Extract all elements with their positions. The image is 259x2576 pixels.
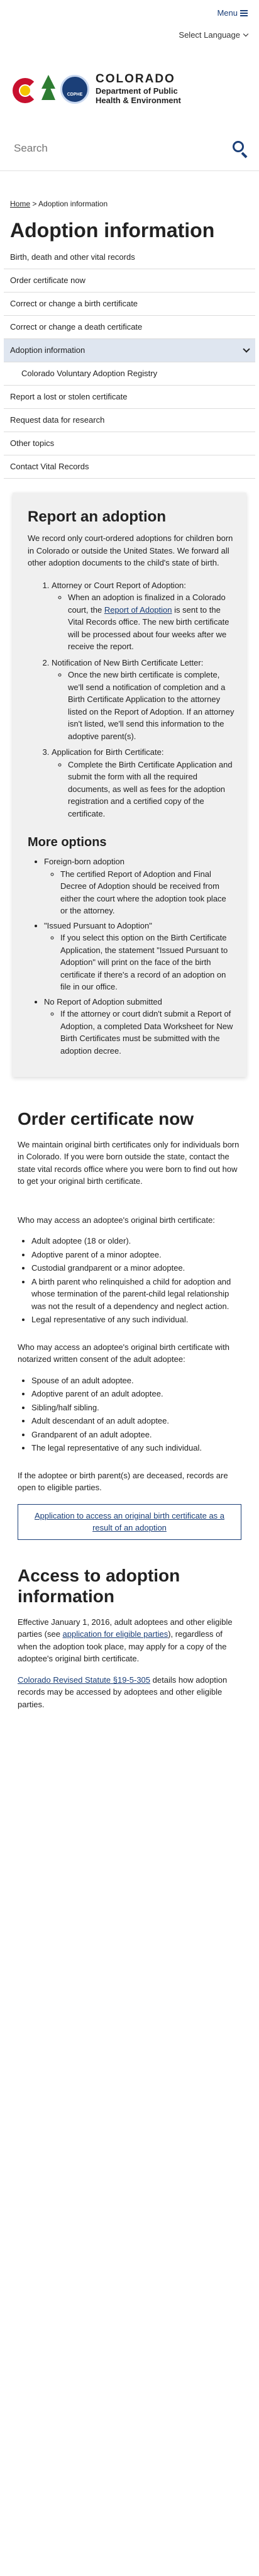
list-item: Custodial grandparent or a minor adoptee…: [31, 1262, 241, 1274]
tree-logo-icon: [41, 75, 55, 104]
language-label: Select Language: [179, 30, 240, 40]
option-title: Foreign-born adoption: [44, 857, 124, 867]
chevron-down-icon: [243, 345, 250, 353]
access-paragraph-1: Effective January 1, 2016, adult adoptee…: [18, 1616, 241, 1665]
sidenav-item-voluntary-adoption-registry[interactable]: Colorado Voluntary Adoption Registry: [4, 362, 255, 386]
list-item: "Issued Pursuant to Adoption" If you sel…: [44, 920, 235, 993]
list-item: Adult descendant of an adult adoptee.: [31, 1415, 241, 1427]
breadcrumb: Home > Adoption information: [0, 171, 259, 215]
brand-name: COLORADO: [96, 72, 175, 86]
list-item: Sibling/half sibling.: [31, 1402, 241, 1414]
more-options-title: More options: [28, 835, 107, 850]
search-bar: [0, 126, 259, 171]
department-wordmark[interactable]: COLORADO Department of Public Health & E…: [96, 72, 181, 106]
list-item: Notification of New Birth Certificate Le…: [52, 657, 235, 743]
access-paragraph-2: Colorado Revised Statute §19-5-305 detai…: [18, 1674, 241, 1711]
colorado-c-logo-icon[interactable]: [11, 75, 39, 103]
page-title: Adoption information: [10, 219, 215, 242]
list-item: Legal representative of any such individ…: [31, 1313, 241, 1326]
order-certificate-section: Order certificate now We maintain origin…: [0, 1108, 259, 1540]
sidenav-item-request-data[interactable]: Request data for research: [4, 409, 255, 433]
sidenav-item-lost-stolen[interactable]: Report a lost or stolen certificate: [4, 386, 255, 410]
sidenav-item-adoption-information[interactable]: Adoption information: [4, 339, 255, 363]
report-of-adoption-link[interactable]: Report of Adoption: [104, 605, 172, 615]
site-header: CDPHE COLORADO Department of Public Heal…: [0, 44, 259, 126]
list-item: Attorney or Court Report of Adoption: Wh…: [52, 579, 235, 653]
statute-link[interactable]: Colorado Revised Statute §19-5-305: [18, 1675, 150, 1685]
list-item: Spouse of an adult adoptee.: [31, 1374, 241, 1387]
sidenav-item-label: Contact Vital Records: [10, 461, 89, 471]
breadcrumb-separator: >: [32, 199, 37, 208]
language-selector[interactable]: Select Language: [0, 26, 259, 44]
report-intro: We record only court-ordered adoptions f…: [28, 533, 233, 568]
order-title: Order certificate now: [18, 1109, 194, 1129]
top-bar: Menu: [0, 0, 259, 26]
report-title: Report an adoption: [28, 508, 166, 526]
option-title: No Report of Adoption submitted: [44, 996, 162, 1006]
list-item: Foreign-born adoption The certified Repo…: [44, 856, 235, 917]
sidenav-item-correct-birth[interactable]: Correct or change a birth certificate: [4, 293, 255, 316]
list-item: The legal representative of any such ind…: [31, 1442, 241, 1454]
dept-line-2: Health & Environment: [96, 96, 181, 106]
sidenav-item-label: Adoption information: [10, 345, 85, 355]
sidenav-item-contact[interactable]: Contact Vital Records: [4, 455, 255, 479]
access-original-birth-certificate-button[interactable]: Application to access an original birth …: [18, 1503, 241, 1540]
more-options-list: Foreign-born adoption The certified Repo…: [28, 856, 235, 1057]
hamburger-icon: [240, 9, 248, 18]
list-item: When an adoption is finalized in a Color…: [68, 591, 235, 653]
breadcrumb-home-link[interactable]: Home: [10, 199, 30, 208]
notarized-access-lead: Who may access an adoptee's original bir…: [18, 1342, 230, 1364]
search-icon[interactable]: [231, 140, 249, 158]
list-item: If the attorney or court didn't submit a…: [60, 1008, 235, 1057]
cdphe-badge-text: CDPHE: [67, 92, 83, 97]
sidenav-item-label: Report a lost or stolen certificate: [10, 391, 128, 401]
report-steps-list: Attorney or Court Report of Adoption: Wh…: [28, 579, 235, 820]
list-item: Application for Birth Certificate: Compl…: [52, 746, 235, 820]
menu-button[interactable]: Menu: [217, 8, 248, 20]
list-item: The certified Report of Adoption and Fin…: [60, 868, 235, 917]
chevron-down-icon: [243, 31, 249, 37]
sidenav-item-order-certificate[interactable]: Order certificate now: [4, 269, 255, 293]
sidenav-item-label: Colorado Voluntary Adoption Registry: [21, 368, 158, 378]
deceased-note: If the adoptee or birth parent(s) are de…: [18, 1470, 228, 1493]
notarized-access-list: Spouse of an adult adoptee. Adoptive par…: [18, 1374, 241, 1454]
list-item: Grandparent of an adult adoptee.: [31, 1429, 241, 1441]
sidenav-item-label: Birth, death and other vital records: [10, 252, 135, 262]
list-item: No Report of Adoption submitted If the a…: [44, 996, 235, 1057]
step-title: Notification of New Birth Certificate Le…: [52, 657, 204, 667]
sidenav-item-correct-death[interactable]: Correct or change a death certificate: [4, 316, 255, 340]
option-title: "Issued Pursuant to Adoption": [44, 920, 152, 930]
list-item: If you select this option on the Birth C…: [60, 932, 235, 993]
cdphe-badge-logo[interactable]: CDPHE: [60, 75, 89, 104]
sidenav-item-label: Correct or change a birth certificate: [10, 298, 138, 308]
section-nav: Birth, death and other vital records Ord…: [4, 246, 255, 479]
original-access-list: Adult adoptee (18 or older). Adoptive pa…: [18, 1235, 241, 1326]
sidenav-item-label: Request data for research: [10, 415, 105, 425]
step-title: Attorney or Court Report of Adoption:: [52, 580, 186, 590]
access-adoption-info-section: Access to adoption information Effective…: [0, 1565, 259, 1711]
sidenav-item-label: Correct or change a death certificate: [10, 321, 143, 332]
list-item: Complete the Birth Certificate Applicati…: [68, 759, 235, 820]
sidenav-item-birth-death-records[interactable]: Birth, death and other vital records: [4, 246, 255, 270]
report-adoption-callout: Report an adoption We record only court-…: [13, 493, 246, 1078]
list-item: Adult adoptee (18 or older).: [31, 1235, 241, 1247]
sidenav-item-other-topics[interactable]: Other topics: [4, 432, 255, 456]
eligible-parties-application-link[interactable]: application for eligible parties: [63, 1629, 168, 1639]
order-intro: We maintain original birth certificates …: [18, 1139, 240, 1186]
list-item: Once the new birth certificate is comple…: [68, 669, 235, 742]
list-item: Adoptive parent of a minor adoptee.: [31, 1249, 241, 1261]
list-item: Adoptive parent of an adult adoptee.: [31, 1388, 241, 1400]
access-title: Access to adoption information: [18, 1565, 180, 1607]
list-item: A birth parent who relinquished a child …: [31, 1276, 241, 1313]
dept-line-1: Department of Public: [96, 86, 178, 96]
original-access-lead: Who may access an adoptee's original bir…: [18, 1215, 215, 1225]
menu-label: Menu: [217, 8, 238, 18]
sidenav-item-label: Order certificate now: [10, 275, 85, 285]
search-input[interactable]: [14, 142, 202, 155]
step-title: Application for Birth Certificate:: [52, 747, 164, 757]
sidenav-item-label: Other topics: [10, 438, 55, 448]
breadcrumb-current: Adoption information: [38, 199, 108, 208]
